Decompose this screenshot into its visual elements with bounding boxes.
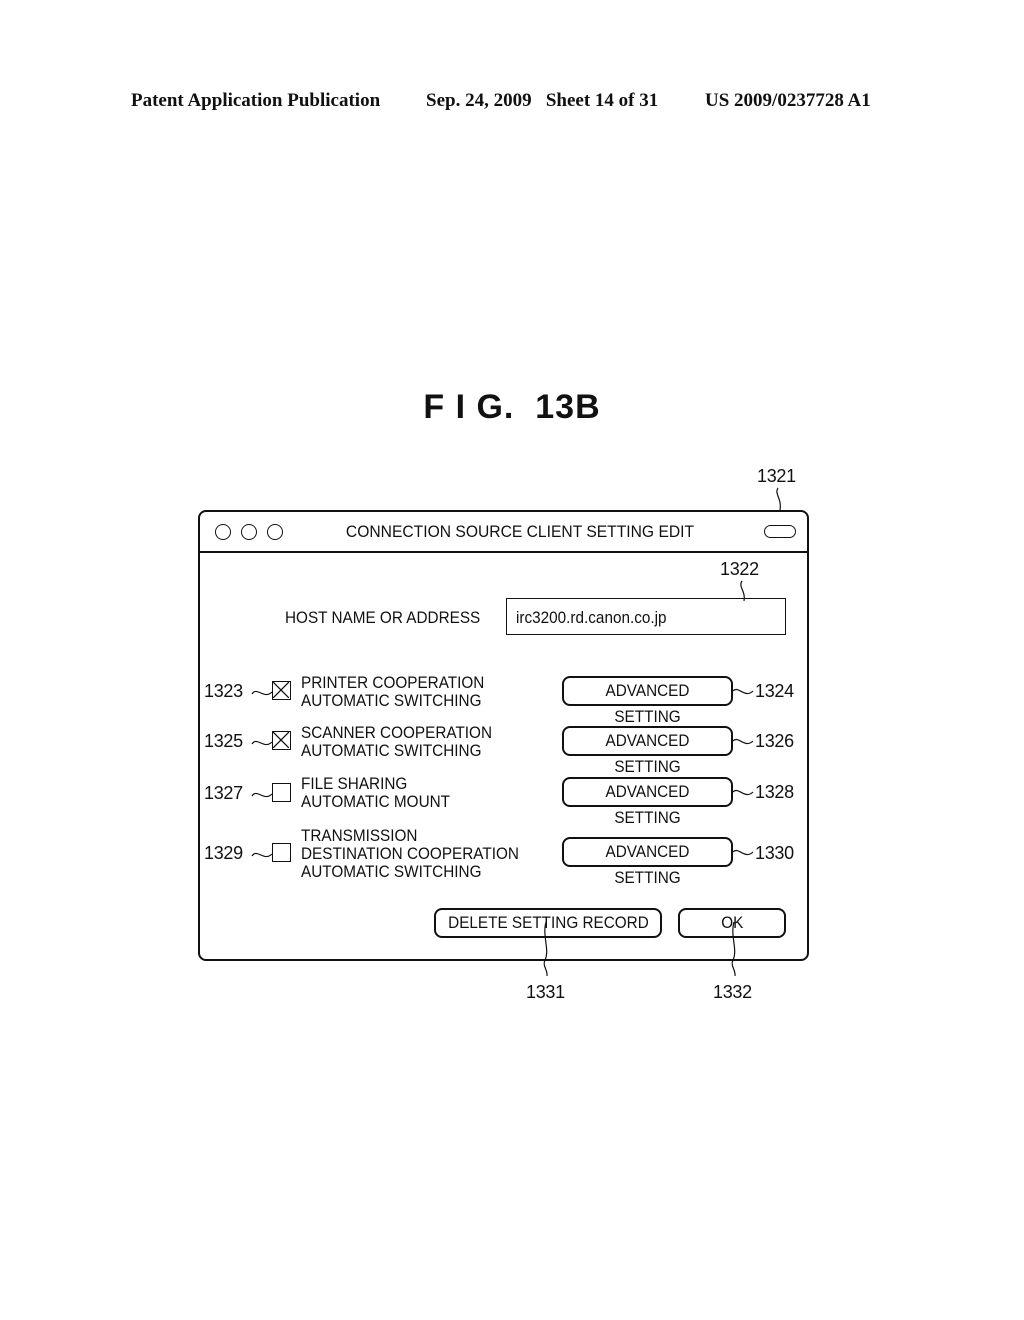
option-label-line: AUTOMATIC SWITCHING <box>301 862 482 881</box>
dialog-window: CONNECTION SOURCE CLIENT SETTING EDIT 13… <box>198 510 809 961</box>
host-label: HOST NAME OR ADDRESS <box>285 608 481 627</box>
leader-line <box>732 849 754 856</box>
option-label-line: AUTOMATIC MOUNT <box>301 792 451 811</box>
advanced-setting-button[interactable]: ADVANCED SETTING <box>562 676 733 726</box>
leader-line <box>776 487 781 511</box>
button-label: ADVANCED SETTING <box>605 681 690 726</box>
advanced-setting-button[interactable]: ADVANCED SETTING <box>562 777 733 827</box>
ref-button: 1330 <box>755 843 794 863</box>
date-sheet-label: Sep. 24, 2009 Sheet 14 of 31 <box>426 90 659 111</box>
checked-x-icon <box>273 682 289 698</box>
button-label: ADVANCED SETTING <box>605 842 690 887</box>
checked-x-icon <box>273 732 289 748</box>
option-label-line: SCANNER COOPERATION <box>301 723 492 742</box>
option-label-line: TRANSMISSION <box>301 826 418 845</box>
advanced-setting-button[interactable]: ADVANCED SETTING <box>562 837 733 887</box>
ref-option: 1329 <box>204 843 243 863</box>
title-bar[interactable]: CONNECTION SOURCE CLIENT SETTING EDIT <box>200 512 807 553</box>
leader-line <box>251 740 273 746</box>
ref-host-field: 1322 <box>720 559 759 579</box>
option-label-line: FILE SHARING <box>301 774 408 793</box>
ref-option: 1325 <box>204 731 243 751</box>
leader-line <box>732 789 754 796</box>
button-label: ADVANCED SETTING <box>605 782 690 827</box>
leader-line <box>732 688 754 695</box>
figure-title: F I G. 13B <box>423 388 601 426</box>
advanced-setting-button[interactable]: ADVANCED SETTING <box>562 726 733 776</box>
option-label-line: PRINTER COOPERATION <box>301 673 485 692</box>
patent-number: US 2009/0237728 A1 <box>705 90 871 111</box>
ref-option: 1323 <box>204 681 243 701</box>
leader-line <box>251 690 273 696</box>
option-label-line: AUTOMATIC SWITCHING <box>301 691 482 710</box>
ref-option: 1327 <box>204 783 243 803</box>
button-label: ADVANCED SETTING <box>605 731 690 776</box>
option-label-line: AUTOMATIC SWITCHING <box>301 741 482 760</box>
leader-line <box>732 738 754 745</box>
checkbox-file-sharing[interactable] <box>272 783 291 802</box>
option-label-line: DESTINATION COOPERATION <box>301 844 519 863</box>
publication-label: Patent Application Publication <box>131 90 381 111</box>
ref-window: 1321 <box>757 466 796 486</box>
leader-line <box>731 921 736 977</box>
ref-delete-button: 1331 <box>526 982 565 1002</box>
host-input[interactable]: irc3200.rd.canon.co.jp <box>506 598 786 635</box>
leader-line <box>251 852 273 858</box>
leader-line <box>251 792 273 798</box>
host-value: irc3200.rd.canon.co.jp <box>516 608 667 627</box>
window-pill-icon[interactable] <box>764 525 796 538</box>
ref-button: 1324 <box>755 681 794 701</box>
checkbox-transmission-destination[interactable] <box>272 843 291 862</box>
checkbox-scanner-cooperation[interactable] <box>272 731 291 750</box>
ref-button: 1326 <box>755 731 794 751</box>
checkbox-printer-cooperation[interactable] <box>272 681 291 700</box>
ref-button: 1328 <box>755 782 794 802</box>
ref-ok-button: 1332 <box>713 982 752 1002</box>
leader-line <box>543 921 548 977</box>
window-title: CONNECTION SOURCE CLIENT SETTING EDIT <box>345 522 695 541</box>
